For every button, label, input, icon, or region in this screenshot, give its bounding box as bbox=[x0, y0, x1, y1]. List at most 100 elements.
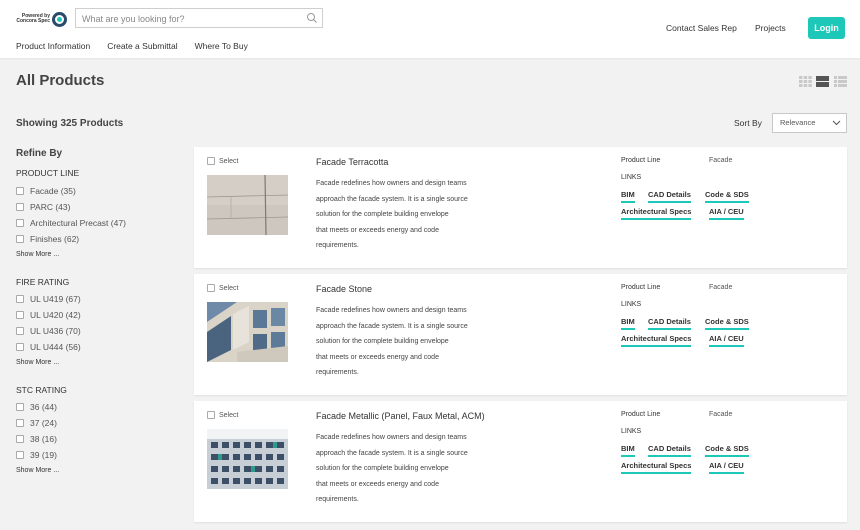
architectural-specs-link[interactable]: Architectural Specs bbox=[621, 461, 692, 474]
description-line: solution for the complete building envel… bbox=[316, 211, 449, 218]
facet-option-label: 36 (44) bbox=[30, 402, 57, 412]
checkbox[interactable] bbox=[16, 343, 24, 351]
checkbox[interactable] bbox=[16, 187, 24, 195]
logo-text: Powered by Concora Spec bbox=[16, 13, 50, 24]
top-header: Powered by Concora Spec Product Informat… bbox=[0, 0, 860, 58]
facet-option[interactable]: 38 (16) bbox=[16, 434, 57, 444]
product-line-value: Facade bbox=[709, 411, 733, 418]
checkbox[interactable] bbox=[207, 284, 215, 292]
product-thumbnail[interactable] bbox=[207, 429, 288, 489]
select-checkbox[interactable]: Select bbox=[207, 411, 238, 419]
grid-view-icon[interactable] bbox=[799, 76, 812, 87]
facet-title-stc-rating: STC RATING bbox=[16, 385, 67, 395]
bim-link[interactable]: BIM bbox=[621, 317, 635, 330]
cad-details-link[interactable]: CAD Details bbox=[648, 317, 691, 330]
facet-option[interactable]: UL U436 (70) bbox=[16, 326, 81, 336]
facet-option-label: Facade (35) bbox=[30, 186, 76, 196]
login-button[interactable]: Login bbox=[808, 17, 845, 39]
cad-details-link[interactable]: CAD Details bbox=[648, 190, 691, 203]
logo-mark-icon bbox=[52, 11, 67, 27]
search-icon[interactable] bbox=[306, 12, 318, 24]
checkbox[interactable] bbox=[16, 327, 24, 335]
product-line-value: Facade bbox=[709, 284, 733, 291]
show-more-link[interactable]: Show More ... bbox=[16, 467, 59, 474]
checkbox[interactable] bbox=[16, 219, 24, 227]
facet-option[interactable]: Facade (35) bbox=[16, 186, 76, 196]
contact-sales-rep-link[interactable]: Contact Sales Rep bbox=[666, 23, 737, 33]
facet-option-label: UL U419 (67) bbox=[30, 294, 81, 304]
facet-option[interactable]: Architectural Precast (47) bbox=[16, 218, 126, 228]
select-checkbox[interactable]: Select bbox=[207, 284, 238, 292]
checkbox[interactable] bbox=[16, 451, 24, 459]
product-card: Select Facade Metallic (Panel, Faux Meta… bbox=[194, 401, 847, 522]
checkbox[interactable] bbox=[16, 235, 24, 243]
checkbox[interactable] bbox=[16, 403, 24, 411]
checkbox[interactable] bbox=[16, 435, 24, 443]
aia-ceu-link[interactable]: AIA / CEU bbox=[709, 461, 744, 474]
product-name[interactable]: Facade Metallic (Panel, Faux Metal, ACM) bbox=[316, 411, 485, 421]
code-sds-link[interactable]: Code & SDS bbox=[705, 317, 749, 330]
concora-logo[interactable]: Powered by Concora Spec bbox=[16, 10, 70, 28]
projects-link[interactable]: Projects bbox=[755, 23, 786, 33]
checkbox[interactable] bbox=[16, 419, 24, 427]
facet-option-label: 37 (24) bbox=[30, 418, 57, 428]
facet-title-product-line: PRODUCT LINE bbox=[16, 168, 80, 178]
product-name[interactable]: Facade Terracotta bbox=[316, 157, 388, 167]
product-thumbnail[interactable] bbox=[207, 302, 288, 362]
checkbox[interactable] bbox=[16, 295, 24, 303]
description-line: Facade redefines how owners and design t… bbox=[316, 434, 467, 441]
show-more-link[interactable]: Show More ... bbox=[16, 359, 59, 366]
search-input[interactable] bbox=[76, 10, 296, 28]
description-line: requirements. bbox=[316, 242, 359, 249]
search-box bbox=[75, 8, 323, 28]
links-label: LINKS bbox=[621, 174, 642, 181]
bim-link[interactable]: BIM bbox=[621, 190, 635, 203]
product-thumbnail[interactable] bbox=[207, 175, 288, 235]
list-view-icon[interactable] bbox=[834, 76, 847, 87]
checkbox[interactable] bbox=[207, 157, 215, 165]
cad-details-link[interactable]: CAD Details bbox=[648, 444, 691, 457]
nav-where-to-buy[interactable]: Where To Buy bbox=[195, 41, 248, 51]
bim-link[interactable]: BIM bbox=[621, 444, 635, 457]
facet-option[interactable]: UL U444 (56) bbox=[16, 342, 81, 352]
facet-option-label: 38 (16) bbox=[30, 434, 57, 444]
facet-option[interactable]: 39 (19) bbox=[16, 450, 57, 460]
architectural-specs-link[interactable]: Architectural Specs bbox=[621, 334, 692, 347]
sort-by-select[interactable]: Relevance bbox=[772, 113, 847, 133]
refine-by-heading: Refine By bbox=[16, 148, 63, 159]
nav-create-submittal[interactable]: Create a Submittal bbox=[107, 41, 177, 51]
facet-option-label: UL U444 (56) bbox=[30, 342, 81, 352]
aia-ceu-link[interactable]: AIA / CEU bbox=[709, 334, 744, 347]
facet-option[interactable]: 37 (24) bbox=[16, 418, 57, 428]
description-line: solution for the complete building envel… bbox=[316, 338, 449, 345]
card-view-icon[interactable] bbox=[816, 76, 829, 87]
checkbox[interactable] bbox=[16, 311, 24, 319]
architectural-specs-link[interactable]: Architectural Specs bbox=[621, 207, 692, 220]
aia-ceu-link[interactable]: AIA / CEU bbox=[709, 207, 744, 220]
sort-by-label: Sort By bbox=[734, 118, 762, 128]
facet-option[interactable]: UL U419 (67) bbox=[16, 294, 81, 304]
show-more-link[interactable]: Show More ... bbox=[16, 251, 59, 258]
product-name[interactable]: Facade Stone bbox=[316, 284, 372, 294]
checkbox[interactable] bbox=[207, 411, 215, 419]
description-line: Facade redefines how owners and design t… bbox=[316, 180, 467, 187]
select-label: Select bbox=[219, 284, 239, 292]
main-nav: Product Information Create a Submittal W… bbox=[16, 41, 265, 51]
facet-option[interactable]: Finishes (62) bbox=[16, 234, 79, 244]
facet-option[interactable]: 36 (44) bbox=[16, 402, 57, 412]
facet-option[interactable]: UL U420 (42) bbox=[16, 310, 81, 320]
links-label: LINKS bbox=[621, 428, 642, 435]
nav-product-information[interactable]: Product Information bbox=[16, 41, 90, 51]
page-title: All Products bbox=[16, 72, 105, 89]
chevron-down-icon bbox=[832, 120, 841, 126]
facet-option[interactable]: PARC (43) bbox=[16, 202, 70, 212]
checkbox[interactable] bbox=[16, 203, 24, 211]
sort-by-value: Relevance bbox=[780, 118, 816, 127]
code-sds-link[interactable]: Code & SDS bbox=[705, 444, 749, 457]
product-card: Select Facade Stone Facade redefines how… bbox=[194, 274, 847, 395]
description-line: approach the facade system. It is a sing… bbox=[316, 449, 468, 457]
description-line: that meets or exceeds energy and code bbox=[316, 226, 439, 234]
code-sds-link[interactable]: Code & SDS bbox=[705, 190, 749, 203]
select-label: Select bbox=[219, 411, 239, 419]
select-checkbox[interactable]: Select bbox=[207, 157, 238, 165]
